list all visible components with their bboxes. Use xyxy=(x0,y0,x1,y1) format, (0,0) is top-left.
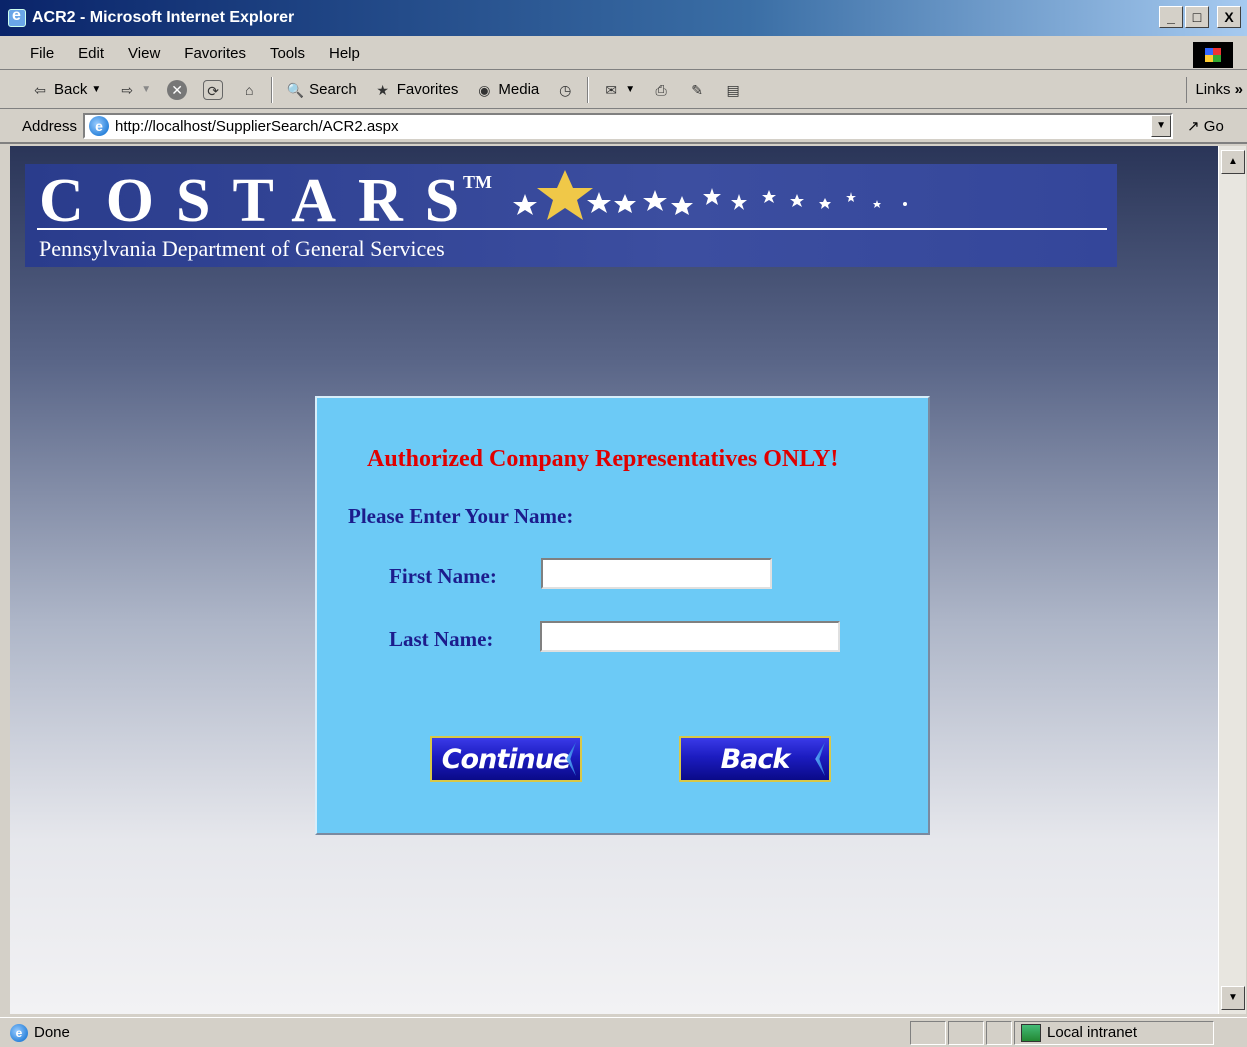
page-viewport: COSTARS TM Pennsylvania Department of Ge… xyxy=(10,146,1218,1014)
close-button[interactable]: X xyxy=(1217,6,1241,28)
page-icon: e xyxy=(89,116,110,136)
favorites-icon: ★ xyxy=(376,81,389,98)
window-controls: _ □ X xyxy=(1159,6,1241,28)
mail-icon: ✉ xyxy=(605,81,618,98)
back-form-button-label: Back xyxy=(720,743,791,775)
window-title-bar: ACR2 - Microsoft Internet Explorer _ □ X xyxy=(0,0,1247,36)
windows-logo-icon xyxy=(1193,42,1233,68)
intranet-zone-icon xyxy=(1021,1023,1041,1042)
history-icon: ◷ xyxy=(559,81,572,98)
edit-icon: ✎ xyxy=(691,81,704,98)
scroll-up-icon[interactable]: ▲ xyxy=(1221,150,1245,174)
print-button[interactable]: ⎙ xyxy=(643,78,679,102)
menu-favorites[interactable]: Favorites xyxy=(172,43,258,64)
forward-dropdown-icon[interactable]: ▼ xyxy=(141,84,151,95)
maximize-button[interactable]: □ xyxy=(1185,6,1209,28)
first-name-field[interactable] xyxy=(541,558,772,589)
stop-button[interactable]: ✕ xyxy=(159,78,195,102)
search-icon: 🔍 xyxy=(286,81,304,98)
status-text-pane: e Done xyxy=(0,1021,910,1045)
forward-button[interactable]: ⇨ ▼ xyxy=(109,78,159,102)
back-button-label: Back xyxy=(54,81,88,98)
home-icon: ⌂ xyxy=(244,81,254,98)
banner-subtitle: Pennsylvania Department of General Servi… xyxy=(39,236,445,261)
favorites-button[interactable]: ★ Favorites xyxy=(365,78,467,102)
standard-toolbar: ⇦ Back ▼ ⇨ ▼ ✕ ⟳ ⌂ 🔍 Search ★ Favorites … xyxy=(0,71,1247,109)
banner-title: COSTARS xyxy=(39,167,482,235)
authorization-warning: Authorized Company Representatives ONLY! xyxy=(367,446,839,472)
stars-logo-icon xyxy=(513,170,907,220)
menu-help[interactable]: Help xyxy=(317,43,372,64)
menu-bar: File Edit View Favorites Tools Help xyxy=(0,38,1247,70)
chevron-right-icon: » xyxy=(1234,81,1243,98)
menu-view[interactable]: View xyxy=(116,43,172,64)
history-button[interactable]: ◷ xyxy=(547,78,583,102)
continue-button[interactable]: Continue xyxy=(430,736,582,782)
status-pane-2 xyxy=(948,1020,984,1045)
back-button[interactable]: ⇦ Back ▼ xyxy=(22,78,109,102)
menu-file[interactable]: File xyxy=(18,43,66,64)
address-url[interactable]: http://localhost/SupplierSearch/ACR2.asp… xyxy=(115,118,398,135)
status-text: Done xyxy=(34,1024,70,1041)
security-zone-label: Local intranet xyxy=(1047,1024,1138,1041)
print-icon: ⎙ xyxy=(655,81,667,98)
minimize-button[interactable]: _ xyxy=(1159,6,1183,28)
address-dropdown-icon[interactable]: ▼ xyxy=(1151,115,1172,137)
menu-tools[interactable]: Tools xyxy=(258,43,317,64)
stop-icon: ✕ xyxy=(167,79,188,100)
discuss-button[interactable]: ▤ xyxy=(715,78,751,102)
name-prompt: Please Enter Your Name: xyxy=(348,504,574,528)
banner-divider xyxy=(37,228,1107,230)
status-page-icon: e xyxy=(10,1023,28,1042)
search-button-label: Search xyxy=(309,81,357,98)
status-pane-1 xyxy=(910,1020,946,1045)
trademark-mark: TM xyxy=(463,172,492,192)
address-label: Address xyxy=(22,117,78,135)
search-button[interactable]: 🔍 Search xyxy=(277,78,365,102)
first-name-label: First Name: xyxy=(389,564,497,588)
links-button[interactable]: Links » xyxy=(1186,77,1243,103)
acr-login-panel: Authorized Company Representatives ONLY!… xyxy=(315,396,930,835)
edit-button[interactable]: ✎ xyxy=(679,78,715,102)
menu-edit[interactable]: Edit xyxy=(66,43,116,64)
media-button[interactable]: ◉ Media xyxy=(466,78,547,102)
mail-dropdown-icon[interactable]: ▼ xyxy=(625,84,635,95)
scroll-down-icon[interactable]: ▼ xyxy=(1221,986,1245,1010)
refresh-button[interactable]: ⟳ xyxy=(195,78,231,102)
back-form-button[interactable]: Back xyxy=(679,736,831,782)
media-button-label: Media xyxy=(498,81,540,98)
back-dropdown-icon[interactable]: ▼ xyxy=(91,84,101,95)
forward-arrow-icon: ⇨ xyxy=(121,81,134,98)
go-arrow-icon: ↗ xyxy=(1187,118,1200,135)
go-label: Go xyxy=(1203,118,1224,135)
continue-button-label: Continue xyxy=(441,743,572,775)
last-name-label: Last Name: xyxy=(389,627,494,651)
status-pane-3 xyxy=(986,1020,1012,1045)
address-bar: Address e http://localhost/SupplierSearc… xyxy=(0,110,1247,144)
media-icon: ◉ xyxy=(478,81,491,98)
last-name-field[interactable] xyxy=(540,621,840,652)
back-arrow-icon: ⇦ xyxy=(34,81,46,98)
refresh-icon: ⟳ xyxy=(203,79,224,100)
security-zone: Local intranet xyxy=(1014,1020,1214,1045)
window-title: ACR2 - Microsoft Internet Explorer xyxy=(32,9,295,26)
costars-banner: COSTARS TM Pennsylvania Department of Ge… xyxy=(25,164,1117,267)
ie-app-icon[interactable] xyxy=(8,7,26,27)
links-label: Links xyxy=(1195,81,1231,98)
status-bar: e Done Local intranet xyxy=(0,1017,1247,1047)
vertical-scrollbar[interactable]: ▲ ▼ xyxy=(1218,146,1246,1014)
discuss-icon: ▤ xyxy=(726,81,740,98)
go-button[interactable]: ↗ Go xyxy=(1187,117,1224,135)
home-button[interactable]: ⌂ xyxy=(231,78,267,102)
address-input[interactable]: e http://localhost/SupplierSearch/ACR2.a… xyxy=(83,113,1174,139)
mail-button[interactable]: ✉ ▼ xyxy=(593,78,643,102)
favorites-button-label: Favorites xyxy=(396,81,459,98)
